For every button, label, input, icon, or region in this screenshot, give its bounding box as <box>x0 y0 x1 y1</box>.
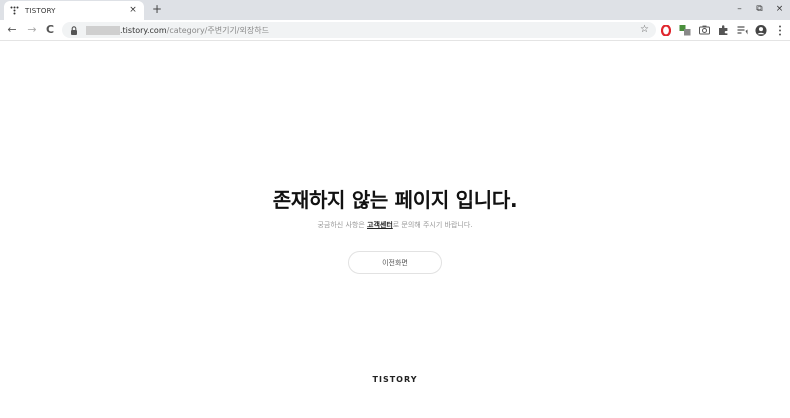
bookmark-star-icon[interactable]: ☆ <box>640 24 649 36</box>
tab-close-icon[interactable]: × <box>128 6 138 15</box>
lock-icon <box>71 25 77 35</box>
forward-button[interactable]: → <box>26 24 38 36</box>
reload-button[interactable]: C <box>44 24 56 36</box>
page-title: 존재하지 않는 페이지 입니다. <box>272 188 518 212</box>
error-description: 궁금하신 사항은 고객센터로 문의해 주시기 바랍니다. <box>0 220 790 230</box>
browser-toolbar: ← → C .tistory.com/category/주변기기/외장하드 ☆ <box>0 20 790 41</box>
url-text: .tistory.com/category/주변기기/외장하드 <box>120 25 269 36</box>
window-close-icon[interactable]: × <box>775 3 784 15</box>
url-path: /category/주변기기/외장하드 <box>166 25 269 35</box>
menu-kebab-icon[interactable] <box>774 24 786 36</box>
customer-center-link[interactable]: 고객센터 <box>367 221 393 229</box>
extensions-area <box>660 24 786 36</box>
puzzle-extensions-icon[interactable] <box>717 24 729 36</box>
translate-extension-icon[interactable] <box>679 24 691 36</box>
minimize-icon[interactable]: – <box>735 3 744 15</box>
tistory-favicon-icon <box>10 6 19 15</box>
reading-list-icon[interactable] <box>736 24 748 36</box>
opera-extension-icon[interactable] <box>660 24 672 36</box>
camera-extension-icon[interactable] <box>698 24 710 36</box>
desc-before: 궁금하신 사항은 <box>317 221 367 229</box>
desc-after: 로 문의해 주시기 바랍니다. <box>392 221 473 229</box>
tab-strip: TISTORY × + – ⧉ × <box>0 0 790 20</box>
new-tab-button[interactable]: + <box>151 3 163 15</box>
window-controls: – ⧉ × <box>735 3 784 15</box>
address-bar[interactable]: .tistory.com/category/주변기기/외장하드 ☆ <box>62 22 656 38</box>
previous-page-button[interactable]: 이전화면 <box>348 251 442 274</box>
profile-avatar-icon[interactable] <box>755 24 767 36</box>
tab-tistory[interactable]: TISTORY × <box>4 1 144 20</box>
error-page: 존재하지 않는 페이지 입니다. 궁금하신 사항은 고객센터로 문의해 주시기 … <box>0 42 790 418</box>
restore-icon[interactable]: ⧉ <box>755 3 764 15</box>
tab-title: TISTORY <box>25 6 56 15</box>
tistory-logo[interactable]: TISTORY <box>0 375 790 384</box>
redacted-subdomain <box>86 25 120 35</box>
url-host: .tistory.com <box>120 25 167 35</box>
back-button[interactable]: ← <box>6 24 18 36</box>
